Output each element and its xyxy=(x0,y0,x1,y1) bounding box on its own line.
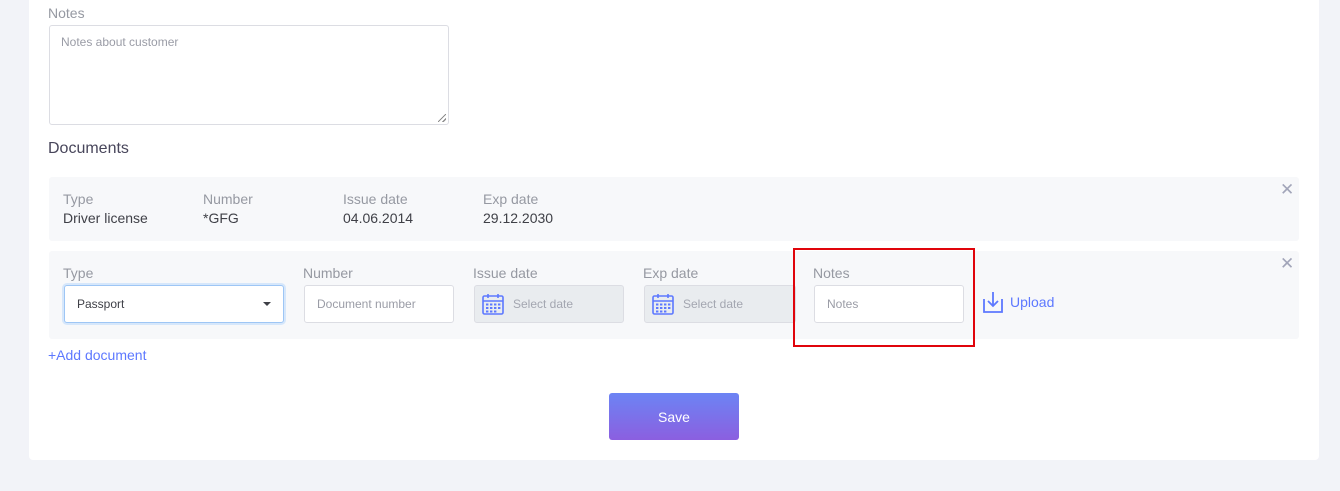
chevron-down-icon xyxy=(263,302,271,306)
exp-date-placeholder: Select date xyxy=(683,297,744,311)
upload-icon xyxy=(983,292,1003,313)
saved-number-value: *GFG xyxy=(203,210,239,226)
save-button[interactable]: Save xyxy=(609,393,739,440)
remove-new-document-close-icon[interactable]: ✕ xyxy=(1280,255,1294,272)
saved-type-header: Type xyxy=(63,191,94,207)
document-type-select[interactable]: Passport xyxy=(64,285,284,323)
upload-label: Upload xyxy=(1010,294,1055,310)
saved-type-value: Driver license xyxy=(63,210,148,226)
document-number-placeholder: Document number xyxy=(317,297,416,311)
saved-issue-date-value: 04.06.2014 xyxy=(343,210,414,226)
new-type-header: Type xyxy=(63,265,94,281)
customer-notes-label: Notes xyxy=(48,5,85,21)
calendar-icon xyxy=(482,294,504,315)
saved-document-row: Type Driver license Number *GFG Issue da… xyxy=(49,177,1299,241)
new-number-header: Number xyxy=(303,265,353,281)
document-type-selected: Passport xyxy=(77,297,125,311)
saved-exp-date-header: Exp date xyxy=(483,191,539,207)
new-exp-date-header: Exp date xyxy=(643,265,699,281)
issue-date-picker[interactable]: Select date xyxy=(474,285,624,323)
exp-date-picker[interactable]: Select date xyxy=(644,285,796,323)
customer-notes-placeholder: Notes about customer xyxy=(61,35,179,49)
calendar-icon xyxy=(652,294,674,315)
issue-date-placeholder: Select date xyxy=(513,297,574,311)
customer-notes-textarea[interactable]: Notes about customer xyxy=(49,25,449,125)
add-document-link[interactable]: +Add document xyxy=(48,347,146,363)
new-issue-date-header: Issue date xyxy=(473,265,538,281)
upload-button[interactable]: Upload xyxy=(983,291,1054,313)
saved-number-header: Number xyxy=(203,191,253,207)
documents-title: Documents xyxy=(48,140,129,157)
notes-field-highlight xyxy=(793,248,975,347)
saved-exp-date-value: 29.12.2030 xyxy=(483,210,554,226)
resize-grip-icon[interactable] xyxy=(438,114,446,122)
saved-issue-date-header: Issue date xyxy=(343,191,408,207)
new-document-row: Type Passport Number Document number Iss… xyxy=(49,251,1299,339)
document-number-input[interactable]: Document number xyxy=(304,285,454,323)
remove-saved-document-close-icon[interactable]: ✕ xyxy=(1280,181,1294,198)
